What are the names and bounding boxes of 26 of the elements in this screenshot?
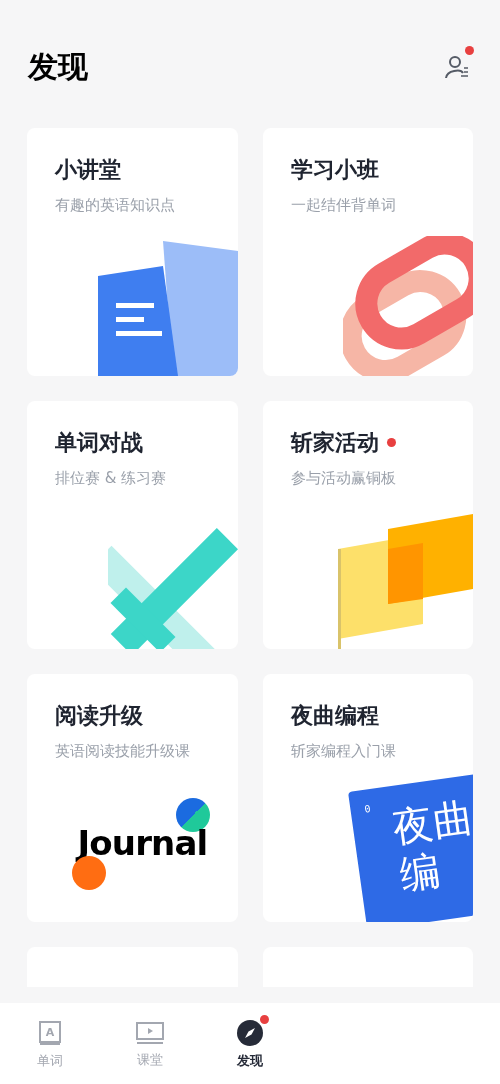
card-title: 学习小班 bbox=[290, 156, 379, 184]
card-title: 夜曲编程 bbox=[290, 702, 379, 730]
feature-card[interactable]: 夜曲编程 斩家编程入门课 0 夜曲 编 bbox=[262, 674, 473, 922]
feature-card[interactable]: 学习小班 一起结伴背单词 bbox=[262, 128, 473, 376]
card-title: 斩家活动 bbox=[290, 429, 379, 457]
card-subtitle: 英语阅读技能升级课 bbox=[55, 740, 190, 762]
code-card-illustration: 0 夜曲 编 bbox=[347, 772, 473, 922]
book-icon: A bbox=[38, 1020, 62, 1046]
tab-item[interactable]: 发现 bbox=[200, 1003, 300, 1084]
card-subtitle: 参与活动赢铜板 bbox=[290, 467, 396, 489]
feature-card[interactable]: 阅读升级 英语阅读技能升级课 Journal bbox=[27, 674, 238, 922]
page-title: 发现 bbox=[28, 52, 88, 82]
feature-card[interactable]: 斩家活动 参与活动赢铜板 bbox=[262, 401, 473, 649]
card-title: 小讲堂 bbox=[55, 156, 121, 184]
compass-icon bbox=[237, 1020, 263, 1046]
card-subtitle: 有趣的英语知识点 bbox=[55, 194, 175, 216]
feature-card[interactable]: 小讲堂 有趣的英语知识点 bbox=[27, 128, 238, 376]
feature-card[interactable]: 单词对战 排位赛 & 练习赛 bbox=[27, 401, 238, 649]
card-title: 单词对战 bbox=[55, 429, 143, 457]
illustration-text: Journal bbox=[77, 826, 208, 860]
video-player-icon bbox=[135, 1021, 165, 1045]
user-list-icon bbox=[444, 54, 470, 80]
card-title: 阅读升级 bbox=[55, 702, 143, 730]
card-subtitle: 斩家编程入门课 bbox=[290, 740, 396, 762]
card-subtitle: 排位赛 & 练习赛 bbox=[55, 467, 167, 489]
card-subtitle: 一起结伴背单词 bbox=[290, 194, 396, 216]
